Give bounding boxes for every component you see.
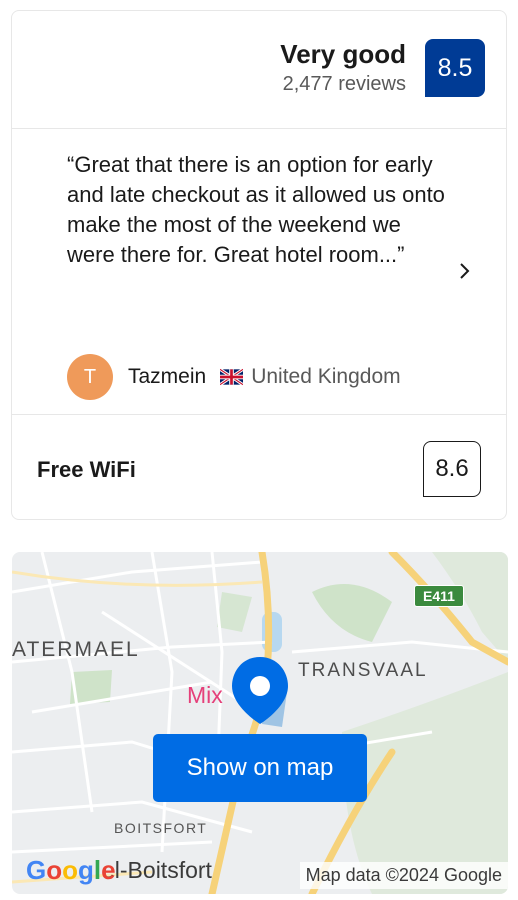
chevron-right-icon[interactable] — [454, 261, 474, 281]
review-score-card: Very good 2,477 reviews 8.5 “Great that … — [11, 10, 507, 520]
map-label-mix: Mix — [187, 682, 223, 708]
map-label-watermael: ATERMAEL — [12, 638, 140, 661]
map-label-mel-boitsfort: el-Boitsfort — [102, 857, 212, 883]
uk-flag-icon — [220, 368, 244, 386]
google-logo: Google — [26, 855, 116, 885]
road-shield: E411 — [414, 585, 464, 607]
review-count[interactable]: 2,477 reviews — [280, 71, 406, 97]
facility-label: Free WiFi — [37, 457, 136, 482]
score-badge: 8.5 — [425, 39, 485, 97]
map-attribution: Map data ©2024 Google — [299, 862, 508, 889]
map-label-boitsfort: BOITSFORT — [114, 820, 208, 836]
reviewer-name: Tazmein — [128, 365, 207, 388]
reviewer-info: T Tazmein United Kingdom — [67, 354, 401, 400]
facility-score: 8.6 — [423, 441, 481, 497]
rating-header[interactable]: Very good 2,477 reviews 8.5 — [12, 11, 506, 129]
facility-row: Free WiFi 8.6 — [12, 414, 506, 521]
review-text: “Great that there is an option for early… — [67, 152, 445, 267]
rating-word: Very good — [280, 39, 406, 69]
map-label-transvaal: TRANSVAAL — [298, 660, 428, 681]
show-on-map-button[interactable]: Show on map — [153, 734, 367, 802]
avatar: T — [67, 354, 113, 400]
reviewer-country: United Kingdom — [251, 365, 401, 388]
rating-summary: Very good 2,477 reviews — [280, 39, 406, 97]
map-preview[interactable]: E411 ATERMAEL TRANSVAAL Mix BOITSFORT el… — [12, 552, 508, 894]
